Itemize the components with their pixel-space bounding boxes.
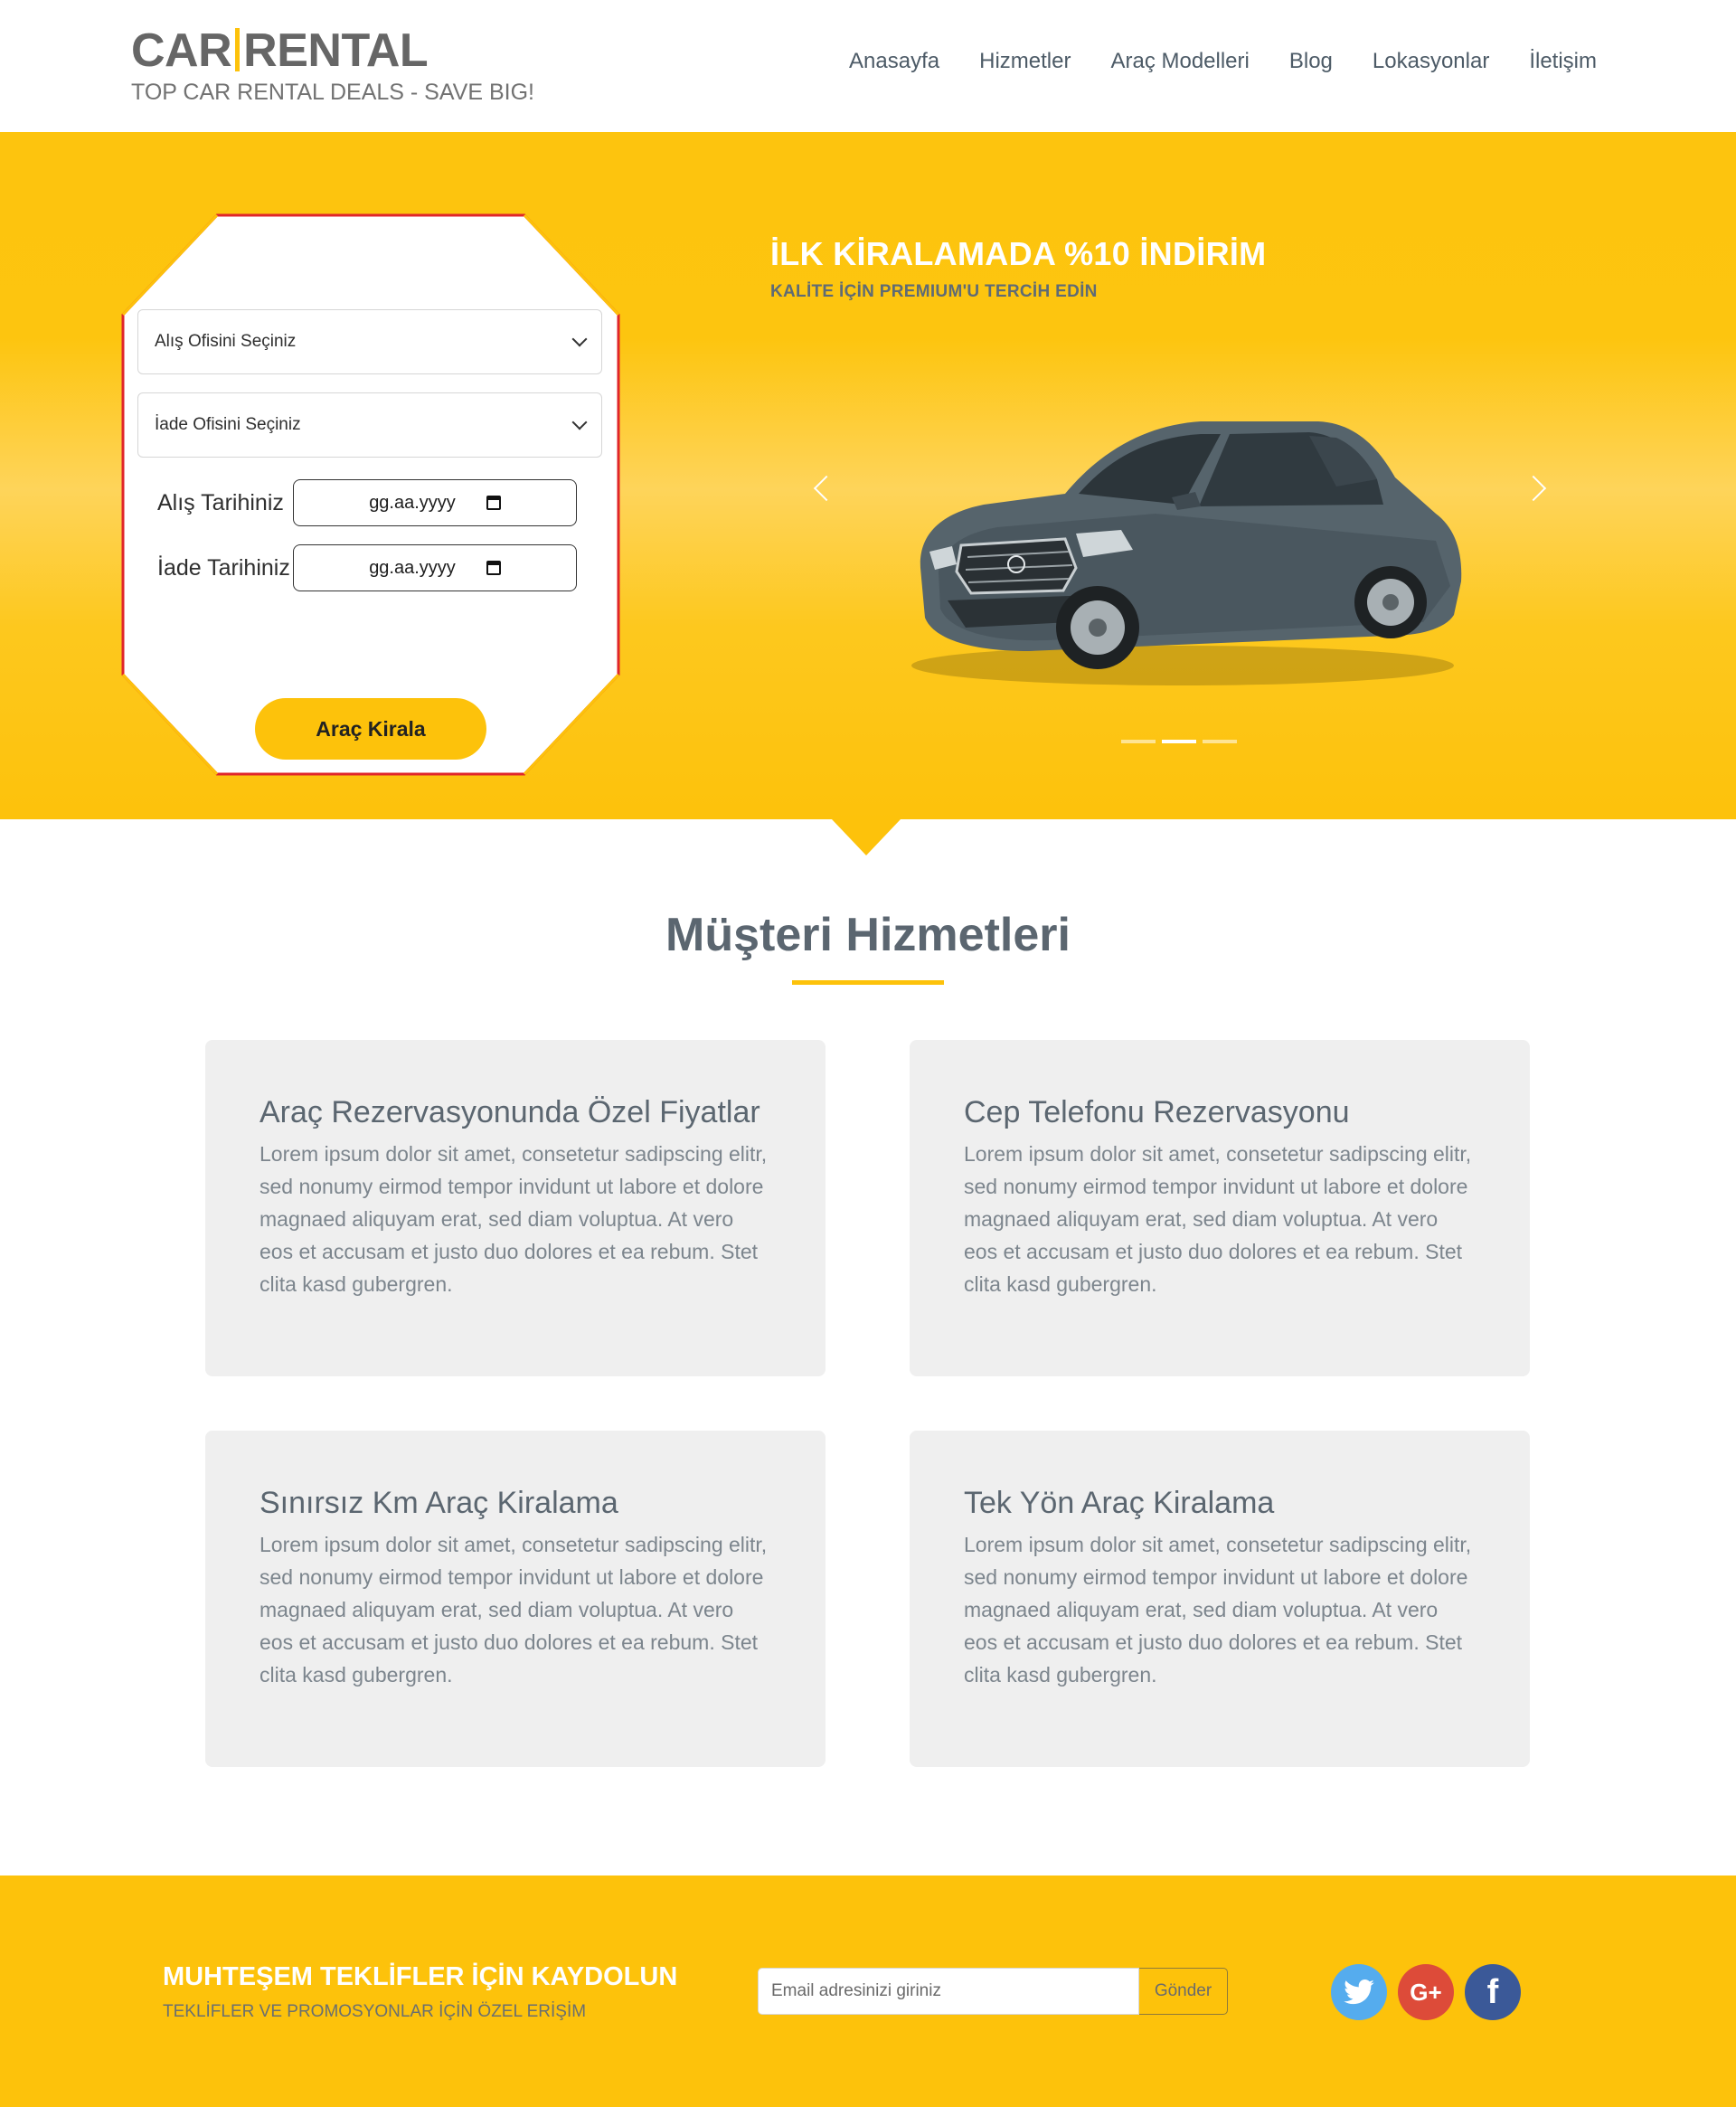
pickup-date-placeholder: gg.aa.yyyy [369, 492, 456, 513]
twitter-icon[interactable] [1331, 1964, 1387, 2020]
email-input[interactable]: Email adresinizi giriniz [758, 1968, 1139, 2015]
nav-iletisim[interactable]: İletişim [1529, 49, 1597, 74]
pickup-office-value: Alış Ofisini Seçiniz [155, 332, 297, 351]
site-header: CAR RENTAL TOP CAR RENTAL DEALS - SAVE BI… [0, 0, 1736, 132]
car-image [911, 421, 1462, 685]
logo-tagline: TOP CAR RENTAL DEALS - SAVE BIG! [131, 80, 534, 105]
logo-separator [235, 28, 241, 71]
chevron-down-icon [571, 331, 588, 347]
logo-wordmark: CAR RENTAL [131, 24, 534, 78]
service-card-text: Lorem ipsum dolor sit amet, consetetur s… [964, 1142, 1472, 1296]
promo-subtitle: KALİTE İÇİN PREMIUM'U TERCİH EDİN [770, 282, 1098, 301]
nav-lokasyonlar[interactable]: Lokasyonlar [1373, 49, 1489, 74]
service-card-title: Sınırsız Km Araç Kiralama [259, 1486, 618, 1520]
return-date-placeholder: gg.aa.yyyy [369, 557, 456, 578]
service-card-text: Lorem ipsum dolor sit amet, consetetur s… [259, 1533, 768, 1687]
carousel-indicators [1121, 740, 1237, 743]
return-office-select[interactable]: İade Ofisini Seçiniz [137, 392, 602, 458]
return-office-value: İade Ofisini Seçiniz [155, 415, 301, 434]
service-card: Tek Yön Araç Kiralama Lorem ipsum dolor … [910, 1431, 1530, 1767]
facebook-icon[interactable]: f [1465, 1964, 1521, 2020]
carousel-dot-active[interactable] [1162, 740, 1196, 743]
logo-rental-text: RENTAL [243, 24, 429, 77]
pickup-date-input[interactable]: gg.aa.yyyy [293, 479, 577, 526]
social-links: G+ f [1331, 1964, 1521, 2020]
services-title: Müşteri Hizmetleri [665, 909, 1071, 961]
service-card: Araç Rezervasyonunda Özel Fiyatlar Lorem… [205, 1040, 826, 1376]
hero-pointer-arrow [832, 819, 901, 855]
rent-car-button[interactable]: Araç Kirala [255, 698, 486, 760]
hero-section: Alış Ofisini Seçiniz İade Ofisini Seçini… [0, 132, 1736, 819]
service-card: Sınırsız Km Araç Kiralama Lorem ipsum do… [205, 1431, 826, 1767]
chevron-down-icon [571, 414, 588, 430]
service-card-title: Tek Yön Araç Kiralama [964, 1486, 1275, 1520]
carousel-dot[interactable] [1203, 740, 1237, 743]
return-date-row: İade Tarihiniz gg.aa.yyyy [157, 544, 577, 591]
nav-hizmetler[interactable]: Hizmetler [979, 49, 1071, 74]
newsletter-footer: MUHTEŞEM TEKLİFLER İÇİN KAYDOLUN TEKLİFL… [0, 1876, 1736, 2107]
service-card-text: Lorem ipsum dolor sit amet, consetetur s… [259, 1142, 768, 1296]
main-nav: Anasayfa Hizmetler Araç Modelleri Blog L… [849, 49, 1597, 74]
carousel-dot[interactable] [1121, 740, 1156, 743]
promo-title: İLK KİRALAMADA %10 İNDİRİM [770, 235, 1267, 272]
return-date-input[interactable]: gg.aa.yyyy [293, 544, 577, 591]
pickup-office-select[interactable]: Alış Ofisini Seçiniz [137, 309, 602, 374]
service-card-title: Cep Telefonu Rezervasyonu [964, 1095, 1350, 1129]
pickup-date-label: Alış Tarihiniz [157, 489, 284, 515]
nav-anasayfa[interactable]: Anasayfa [849, 49, 939, 74]
nav-blog[interactable]: Blog [1289, 49, 1333, 74]
title-underline [792, 980, 944, 985]
footer-title: MUHTEŞEM TEKLİFLER İÇİN KAYDOLUN [163, 1962, 678, 1991]
calendar-icon[interactable] [486, 496, 501, 510]
rental-form: Alış Ofisini Seçiniz İade Ofisini Seçini… [121, 213, 620, 776]
email-placeholder: Email adresinizi giriniz [771, 1981, 941, 2000]
service-card-text: Lorem ipsum dolor sit amet, consetetur s… [964, 1533, 1472, 1687]
service-card-title: Araç Rezervasyonunda Özel Fiyatlar [259, 1095, 760, 1129]
service-card: Cep Telefonu Rezervasyonu Lorem ipsum do… [910, 1040, 1530, 1376]
carousel-prev-icon[interactable] [813, 475, 840, 502]
logo-car-text: CAR [131, 24, 232, 77]
carousel-next-icon[interactable] [1520, 475, 1547, 502]
footer-subtitle: TEKLİFLER VE PROMOSYONLAR İÇİN ÖZEL ERİŞ… [163, 2002, 587, 2021]
logo[interactable]: CAR RENTAL TOP CAR RENTAL DEALS - SAVE BI… [131, 24, 534, 106]
return-date-label: İade Tarihiniz [157, 554, 290, 581]
google-plus-icon[interactable]: G+ [1398, 1964, 1454, 2020]
calendar-icon[interactable] [486, 561, 501, 575]
pickup-date-row: Alış Tarihiniz gg.aa.yyyy [157, 479, 577, 526]
newsletter-form: Email adresinizi giriniz Gönder [758, 1968, 1228, 2015]
nav-arac-modelleri[interactable]: Araç Modelleri [1110, 49, 1249, 74]
send-button[interactable]: Gönder [1139, 1968, 1228, 2015]
